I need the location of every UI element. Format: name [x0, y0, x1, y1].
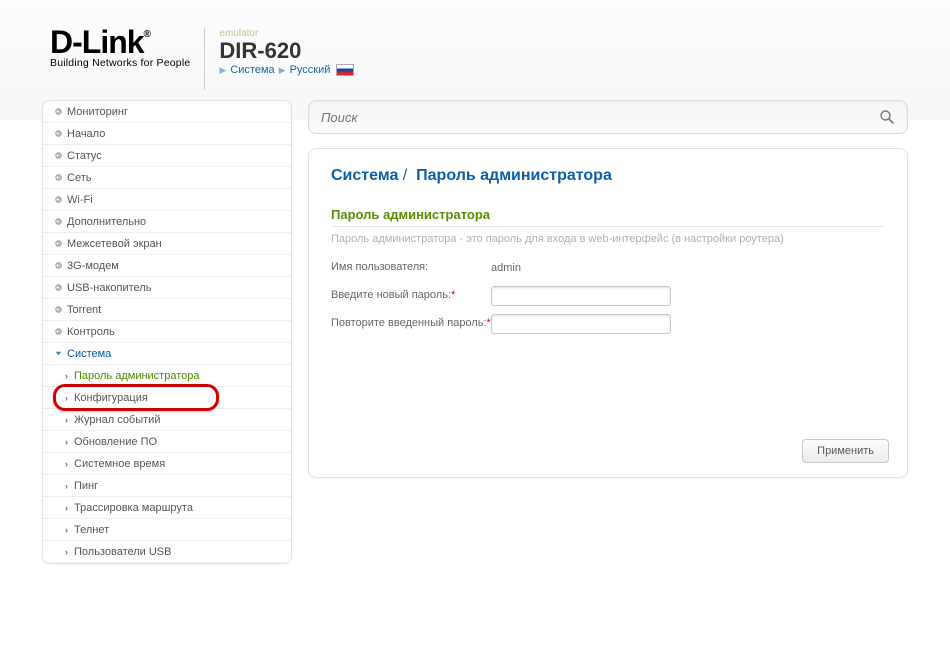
sidebar-subitem-7[interactable]: › Телнет [43, 519, 291, 541]
breadcrumb-root: Система [331, 167, 398, 184]
confirm-password-input[interactable] [491, 314, 671, 334]
sidebar-subitem-0[interactable]: › Пароль администратора [43, 365, 291, 387]
sidebar-nav: Мониторинг Начало Статус Сеть Wi-Fi Дополните… [42, 100, 292, 564]
chevron-right-icon [53, 152, 63, 159]
chevron-right-icon: › [65, 371, 68, 381]
chevron-right-icon [53, 218, 63, 225]
chevron-right-icon: › [65, 393, 68, 403]
sidebar-subitem-4[interactable]: › Системное время [43, 453, 291, 475]
sidebar-item-10[interactable]: Контроль [43, 321, 291, 343]
username-label: Имя пользователя: [331, 261, 491, 275]
crumb-system[interactable]: Система [230, 64, 274, 76]
sidebar-item-label: Wi-Fi [67, 194, 93, 206]
chevron-right-icon: › [65, 503, 68, 513]
sidebar-item-label: Контроль [67, 326, 115, 338]
chevron-right-icon [53, 284, 63, 291]
sidebar-subitem-label: Обновление ПО [74, 436, 157, 448]
sidebar-item-4[interactable]: Wi-Fi [43, 189, 291, 211]
chevron-down-icon [53, 350, 63, 357]
chevron-right-icon: › [65, 459, 68, 469]
chevron-right-icon [53, 262, 63, 269]
section-title: Пароль администратора [331, 207, 885, 227]
required-mark: * [451, 289, 455, 301]
crumb-language[interactable]: Русский [290, 64, 331, 76]
model-block: emulator DIR-620 ▶ Система ▶ Русский [205, 28, 354, 76]
chevron-right-icon [53, 306, 63, 313]
chevron-right-icon [53, 108, 63, 115]
sidebar-subitem-label: Трассировка маршрута [74, 502, 193, 514]
header: D-Link® Building Networks for People emu… [0, 0, 950, 100]
new-password-label: Введите новый пароль: [331, 289, 451, 301]
sidebar-item-5[interactable]: Дополнительно [43, 211, 291, 233]
chevron-right-icon: › [65, 437, 68, 447]
chevron-right-icon: › [65, 547, 68, 557]
chevron-right-icon: › [65, 415, 68, 425]
flag-russia-icon [336, 64, 354, 76]
sidebar-item-0[interactable]: Мониторинг [43, 101, 291, 123]
sidebar-subitem-3[interactable]: › Обновление ПО [43, 431, 291, 453]
chevron-right-icon [53, 196, 63, 203]
triangle-icon: ▶ [279, 65, 286, 76]
sidebar-subitem-label: Системное время [74, 458, 165, 470]
triangle-icon: ▶ [219, 65, 226, 76]
chevron-right-icon [53, 130, 63, 137]
row-confirm-password: Повторите введенный пароль:* [331, 311, 885, 337]
search-input[interactable] [321, 110, 879, 125]
sidebar-subitem-label: Телнет [74, 524, 109, 536]
breadcrumb-sep: / [403, 167, 407, 184]
confirm-password-label: Повторите введенный пароль: [331, 317, 487, 329]
page-title: Пароль администратора [416, 167, 612, 184]
row-username: Имя пользователя: admin [331, 255, 885, 281]
sidebar-subitem-label: Пользователи USB [74, 546, 171, 558]
sidebar-item-label: Межсетевой экран [67, 238, 162, 250]
sidebar-subitem-label: Журнал событий [74, 414, 160, 426]
sidebar-item-label: Сеть [67, 172, 91, 184]
new-password-input[interactable] [491, 286, 671, 306]
sidebar-item-8[interactable]: USB-накопитель [43, 277, 291, 299]
apply-button[interactable]: Применить [802, 439, 889, 463]
brand-logo: D-Link® Building Networks for People [50, 28, 205, 90]
sidebar-subitem-label: Пароль администратора [74, 370, 200, 382]
sidebar-subitem-8[interactable]: › Пользователи USB [43, 541, 291, 563]
sidebar-item-2[interactable]: Статус [43, 145, 291, 167]
sidebar-item-label: Мониторинг [67, 106, 128, 118]
registered-mark: ® [144, 29, 150, 40]
sidebar-item-11[interactable]: Система [43, 343, 291, 365]
section-description: Пароль администратора - это пароль для в… [331, 233, 885, 245]
chevron-right-icon [53, 240, 63, 247]
header-crumbs: ▶ Система ▶ Русский [219, 64, 354, 76]
sidebar-subitem-label: Конфигурация [74, 392, 148, 404]
sidebar-item-6[interactable]: Межсетевой экран [43, 233, 291, 255]
row-new-password: Введите новый пароль:* [331, 283, 885, 309]
search-bar[interactable] [308, 100, 908, 134]
sidebar-item-1[interactable]: Начало [43, 123, 291, 145]
sidebar-subitem-1[interactable]: › Конфигурация [43, 387, 291, 409]
sidebar-item-label: USB-накопитель [67, 282, 151, 294]
chevron-right-icon: › [65, 481, 68, 491]
sidebar-item-3[interactable]: Сеть [43, 167, 291, 189]
chevron-right-icon [53, 328, 63, 335]
sidebar-subitem-6[interactable]: › Трассировка маршрута [43, 497, 291, 519]
brand-tagline: Building Networks for People [50, 57, 190, 69]
sidebar-item-label: Статус [67, 150, 102, 162]
content-panel: Система / Пароль администратора Пароль а… [308, 148, 908, 478]
sidebar-item-9[interactable]: Torrent [43, 299, 291, 321]
chevron-right-icon: › [65, 525, 68, 535]
sidebar-subitem-label: Пинг [74, 480, 98, 492]
breadcrumb: Система / Пароль администратора [331, 167, 885, 185]
sidebar-item-7[interactable]: 3G-модем [43, 255, 291, 277]
sidebar-item-label: Torrent [67, 304, 101, 316]
brand-name: D-Link [50, 24, 144, 60]
search-icon[interactable] [879, 109, 895, 125]
sidebar-subitem-2[interactable]: › Журнал событий [43, 409, 291, 431]
model-name: DIR-620 [219, 39, 354, 62]
chevron-right-icon [53, 174, 63, 181]
sidebar-item-label: Система [67, 348, 111, 360]
sidebar-item-label: Дополнительно [67, 216, 146, 228]
sidebar-item-label: 3G-модем [67, 260, 119, 272]
username-value: admin [491, 262, 521, 274]
sidebar-subitem-5[interactable]: › Пинг [43, 475, 291, 497]
sidebar-item-label: Начало [67, 128, 105, 140]
